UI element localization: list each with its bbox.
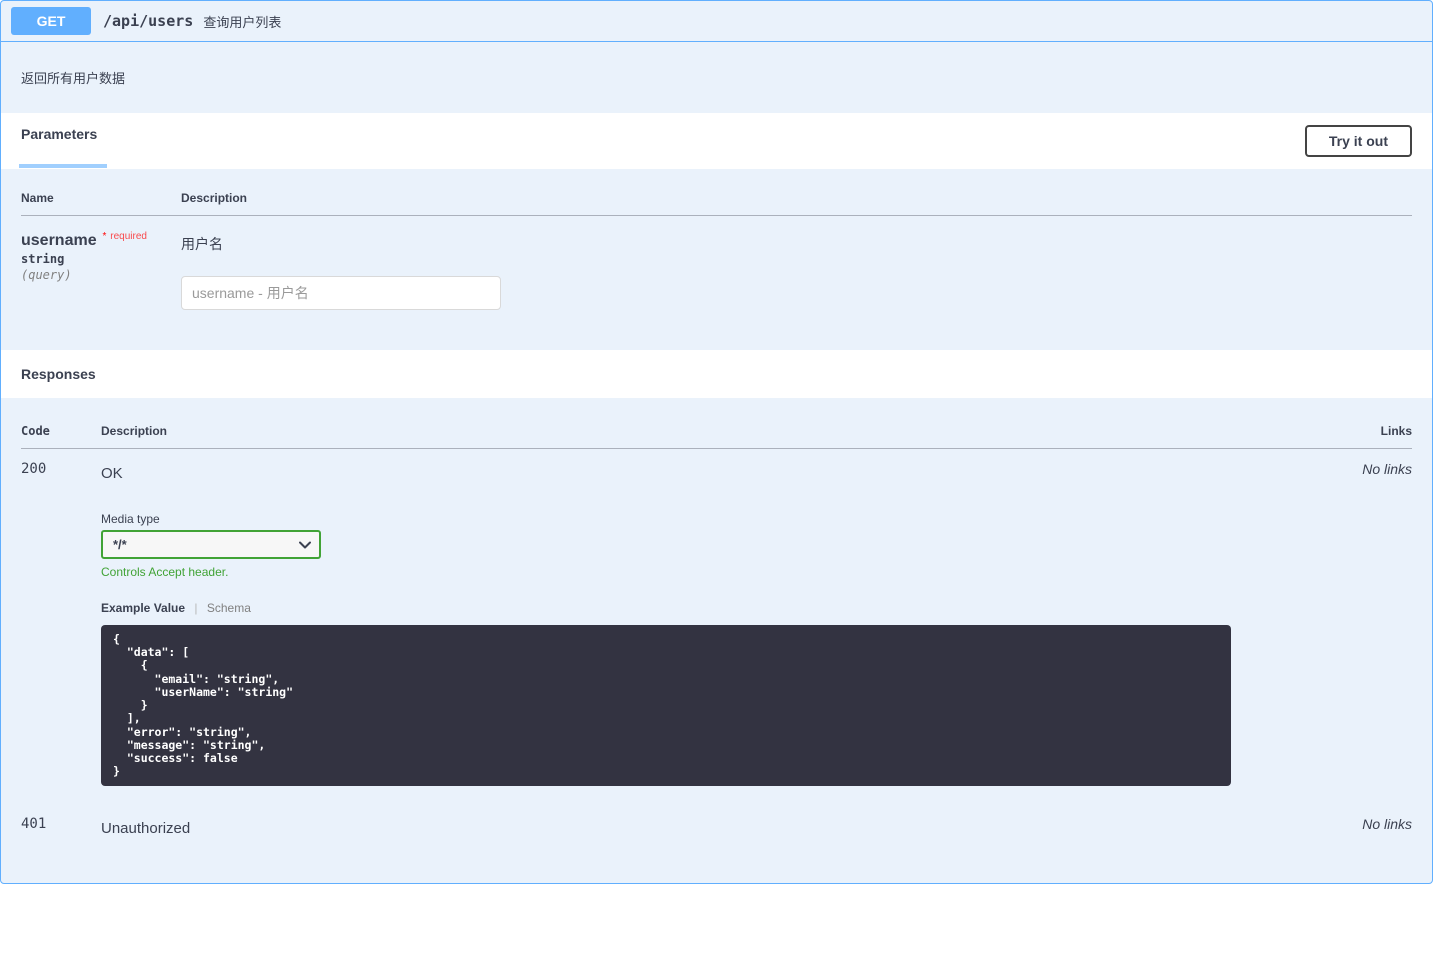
tab-schema[interactable]: Schema bbox=[207, 601, 251, 615]
responses-heading: Responses bbox=[21, 366, 1412, 382]
opblock-summary[interactable]: GET /api/users 查询用户列表 bbox=[1, 1, 1432, 42]
resp-code: 200 bbox=[21, 449, 101, 805]
responses-table: Code Description Links 200 OK Media type… bbox=[21, 414, 1412, 855]
parameters-heading: Parameters bbox=[21, 126, 97, 156]
media-type-select[interactable]: */* bbox=[101, 530, 321, 559]
tab-example-value[interactable]: Example Value bbox=[101, 601, 185, 615]
resp-col-code: Code bbox=[21, 414, 101, 449]
endpoint-title: 查询用户列表 bbox=[203, 12, 281, 31]
table-row: username * required string (query) 用户名 bbox=[21, 216, 1412, 311]
required-label: required bbox=[110, 231, 147, 242]
tab-separator: | bbox=[194, 601, 197, 615]
parameters-body: Name Description username * required str… bbox=[1, 169, 1432, 350]
opblock-get: GET /api/users 查询用户列表 返回所有用户数据 Parameter… bbox=[0, 0, 1433, 884]
resp-desc: OK bbox=[101, 465, 1312, 482]
required-star: * bbox=[100, 231, 106, 242]
try-it-out-button[interactable]: Try it out bbox=[1305, 125, 1412, 157]
example-schema-tabs: Example Value | Schema bbox=[101, 601, 1312, 615]
endpoint-path: /api/users bbox=[103, 12, 193, 30]
responses-header: Responses bbox=[1, 350, 1432, 398]
resp-links: No links bbox=[1312, 804, 1412, 855]
param-type: string bbox=[21, 252, 181, 266]
table-row: 200 OK Media type */* Controls Ac bbox=[21, 449, 1412, 805]
resp-code: 401 bbox=[21, 804, 101, 855]
resp-desc: Unauthorized bbox=[101, 820, 1312, 837]
example-code-block[interactable]: { "data": [ { "email": "string", "userNa… bbox=[101, 625, 1231, 786]
parameters-header: Parameters Try it out bbox=[1, 113, 1432, 169]
media-type-label: Media type bbox=[101, 512, 1312, 526]
table-row: 401 Unauthorized No links bbox=[21, 804, 1412, 855]
param-col-name: Name bbox=[21, 181, 181, 216]
param-desc: 用户名 bbox=[181, 234, 1412, 254]
resp-col-links: Links bbox=[1312, 414, 1412, 449]
param-in: (query) bbox=[21, 268, 181, 282]
media-type-select-wrap: */* bbox=[101, 530, 321, 559]
responses-body: Code Description Links 200 OK Media type… bbox=[1, 398, 1432, 883]
method-badge: GET bbox=[11, 7, 91, 35]
endpoint-description: 返回所有用户数据 bbox=[1, 42, 1432, 113]
resp-col-description: Description bbox=[101, 414, 1312, 449]
accept-header-note: Controls Accept header. bbox=[101, 565, 1312, 579]
param-name: username bbox=[21, 232, 97, 249]
param-col-description: Description bbox=[181, 181, 1412, 216]
parameters-table: Name Description username * required str… bbox=[21, 181, 1412, 310]
resp-links: No links bbox=[1312, 449, 1412, 805]
username-input[interactable] bbox=[181, 276, 501, 310]
